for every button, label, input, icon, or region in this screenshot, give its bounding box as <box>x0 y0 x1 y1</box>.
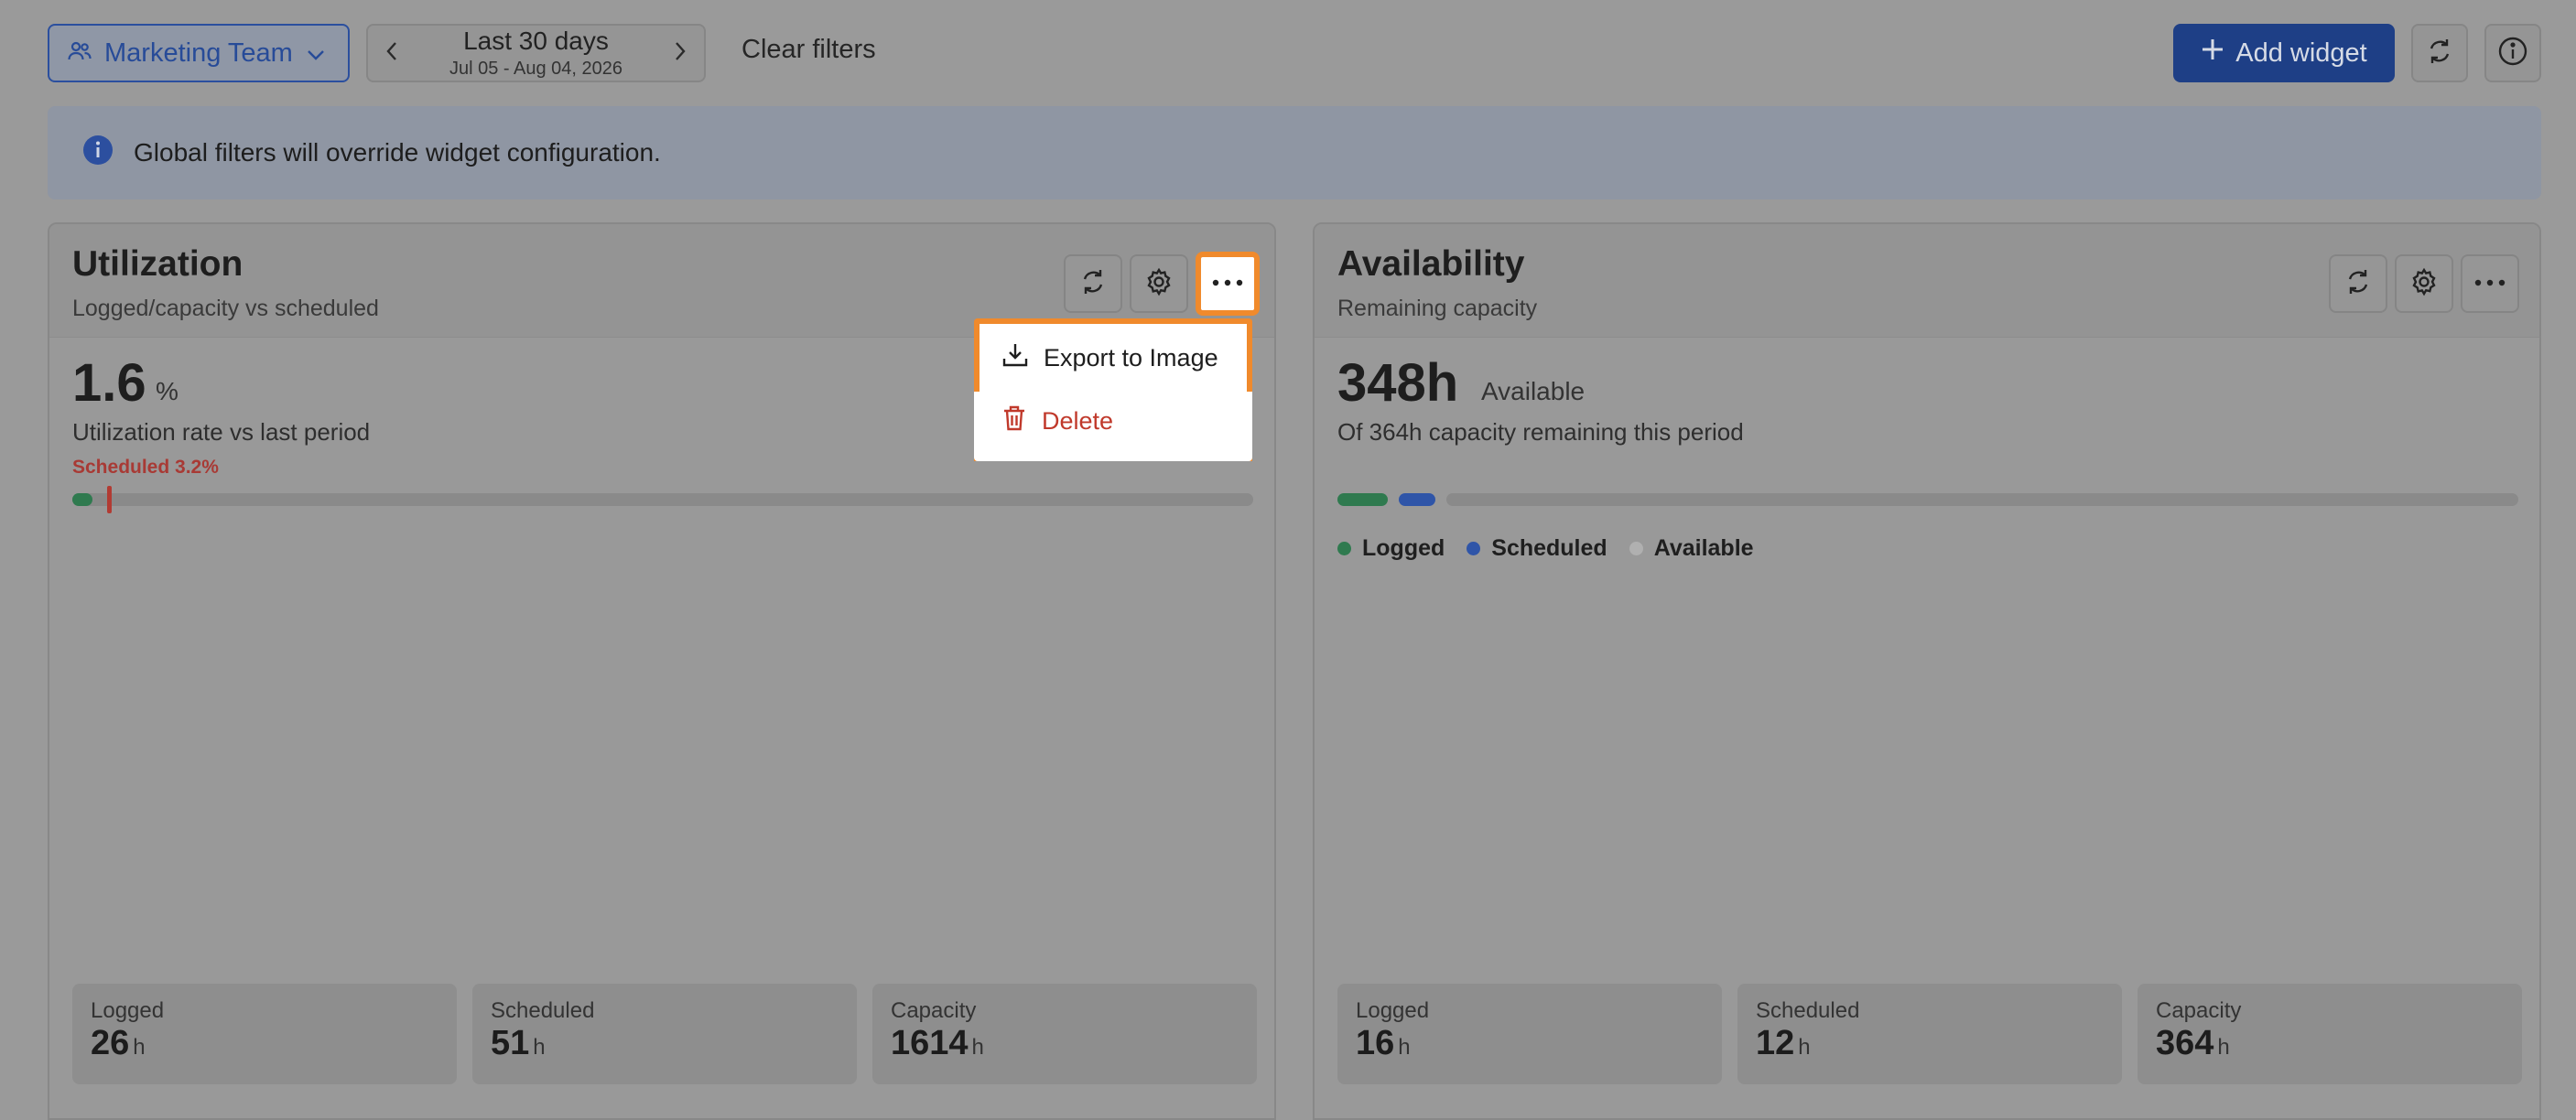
stat-unit: h <box>533 1035 546 1060</box>
stat-unit: h <box>2217 1035 2230 1060</box>
date-range-subtitle: Jul 05 - Aug 04, 2026 <box>449 59 623 79</box>
stat-label: Capacity <box>891 998 977 1023</box>
stat-value: 12 <box>1756 1024 1795 1062</box>
info-button[interactable] <box>2484 24 2541 82</box>
date-range-picker: Last 30 days Jul 05 - Aug 04, 2026 <box>366 24 706 82</box>
refresh-all-button[interactable] <box>2411 24 2468 82</box>
widget-refresh-button[interactable] <box>2329 254 2387 313</box>
date-range-title: Last 30 days <box>463 27 609 55</box>
availability-stats: Logged 16 h Scheduled 12 h Capacity 364 h <box>1337 984 2522 1084</box>
scheduled-marker <box>107 486 112 513</box>
widget-settings-button[interactable] <box>1130 254 1188 313</box>
stat-label: Scheduled <box>491 998 595 1023</box>
chevron-down-icon <box>306 38 326 69</box>
add-widget-label: Add widget <box>2235 38 2367 68</box>
previous-period-button[interactable] <box>384 40 399 67</box>
stat-scheduled: Scheduled 12 h <box>1737 984 2122 1084</box>
team-selector[interactable]: Marketing Team <box>48 24 350 82</box>
stat-unit: h <box>971 1035 984 1060</box>
widget-refresh-button[interactable] <box>1064 254 1122 313</box>
users-icon <box>68 38 92 69</box>
availability-widget: Availability Remaining capacity 348h Ava… <box>1313 222 2541 1120</box>
download-icon <box>1001 341 1029 375</box>
add-widget-button[interactable]: Add widget <box>2173 24 2395 82</box>
stat-logged: Logged 16 h <box>1337 984 1722 1084</box>
stat-value: 51 <box>491 1024 530 1062</box>
availability-legend: Logged Scheduled Available <box>1337 535 1754 562</box>
stat-label: Scheduled <box>1756 998 1860 1023</box>
legend-available: Available <box>1629 535 1754 562</box>
stat-label: Capacity <box>2156 998 2242 1023</box>
clear-filters-button[interactable]: Clear filters <box>741 35 876 65</box>
utilization-value: 1.6 <box>72 353 146 413</box>
stat-value: 26 <box>91 1024 130 1062</box>
delete-menu-item[interactable]: Delete <box>985 395 1241 447</box>
info-icon <box>82 135 114 172</box>
availability-value: 348h <box>1337 353 1459 413</box>
more-horizontal-icon <box>1211 275 1244 292</box>
team-selector-label: Marketing Team <box>104 38 293 68</box>
available-segment <box>1446 493 2518 506</box>
global-filter-banner: Global filters will override widget conf… <box>48 106 2541 199</box>
widget-subtitle: Remaining capacity <box>1337 296 1538 321</box>
top-toolbar: Marketing Team Last 30 days Jul 05 - Aug… <box>0 0 2576 102</box>
export-label: Export to Image <box>1044 343 1218 372</box>
delete-label: Delete <box>1042 406 1114 435</box>
stat-label: Logged <box>1356 998 1430 1023</box>
stat-capacity: Capacity 1614 h <box>872 984 1257 1084</box>
stat-logged: Logged 26 h <box>72 984 457 1084</box>
widget-subtitle: Logged/capacity vs scheduled <box>72 296 379 321</box>
utilization-progress-track <box>72 493 1253 506</box>
banner-text: Global filters will override widget conf… <box>134 138 661 167</box>
logged-dot-icon <box>1337 542 1351 555</box>
legend-label: Scheduled <box>1491 535 1607 561</box>
widget-title: Availability <box>1337 244 1525 284</box>
availability-unit: Available <box>1481 377 1586 405</box>
stat-unit: h <box>133 1035 146 1060</box>
widget-more-options-button[interactable] <box>1196 252 1260 316</box>
gear-icon <box>2409 267 2439 301</box>
stat-unit: h <box>1798 1035 1811 1060</box>
scheduled-dot-icon <box>1467 542 1481 555</box>
logged-segment <box>1337 493 1388 506</box>
stat-value: 16 <box>1356 1024 1395 1062</box>
utilization-unit: % <box>156 377 179 405</box>
widget-title: Utilization <box>72 244 244 284</box>
gear-icon <box>1144 267 1174 301</box>
utilization-progress-fill <box>72 493 92 506</box>
widget-header: Availability Remaining capacity <box>1315 224 2539 338</box>
trash-icon <box>1001 404 1027 438</box>
date-range-display[interactable]: Last 30 days Jul 05 - Aug 04, 2026 <box>449 27 623 79</box>
stat-capacity: Capacity 364 h <box>2138 984 2522 1084</box>
legend-label: Logged <box>1362 535 1445 561</box>
plus-icon <box>2201 38 2224 69</box>
refresh-icon <box>2425 37 2454 70</box>
export-to-image-menu-item[interactable]: Export to Image <box>985 329 1241 386</box>
next-period-button[interactable] <box>673 40 687 67</box>
more-horizontal-icon <box>2473 275 2506 292</box>
widget-settings-button[interactable] <box>2395 254 2453 313</box>
stat-value: 364 <box>2156 1024 2214 1062</box>
availability-description: Of 364h capacity remaining this period <box>1337 418 1744 446</box>
refresh-icon <box>2343 267 2373 301</box>
legend-scheduled: Scheduled <box>1467 535 1607 562</box>
scheduled-segment <box>1399 493 1435 506</box>
info-icon <box>2497 36 2528 71</box>
available-dot-icon <box>1629 542 1643 555</box>
stat-value: 1614 <box>891 1024 969 1062</box>
refresh-icon <box>1078 267 1108 301</box>
utilization-stats: Logged 26 h Scheduled 51 h Capacity 1614 h <box>72 984 1257 1084</box>
stat-unit: h <box>1398 1035 1411 1060</box>
scheduled-note: Scheduled 3.2% <box>72 457 219 478</box>
legend-label: Available <box>1653 535 1754 561</box>
legend-logged: Logged <box>1337 535 1445 562</box>
stat-scheduled: Scheduled 51 h <box>472 984 857 1084</box>
utilization-description: Utilization rate vs last period <box>72 418 371 446</box>
stat-label: Logged <box>91 998 165 1023</box>
widget-more-options-button[interactable] <box>2461 254 2519 313</box>
